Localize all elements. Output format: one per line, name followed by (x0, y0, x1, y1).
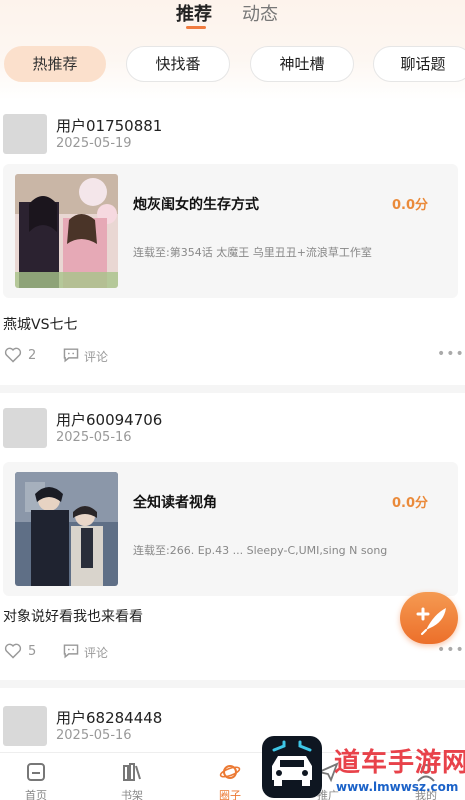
avatar[interactable] (3, 114, 47, 154)
username[interactable]: 用户60094706 (56, 409, 162, 430)
divider (0, 385, 465, 393)
chip-hot[interactable]: 热推荐 (4, 46, 106, 82)
book-score: 0.0分 (391, 198, 428, 213)
cover-illustration (15, 174, 118, 288)
watermark-logo (262, 736, 322, 798)
post-date: 2025-05-19 (56, 136, 132, 151)
more-options-icon[interactable]: ••• (437, 642, 464, 660)
book-update-status: 连载至:第354话 太魔王 乌里丑丑+流浪草工作室 (133, 246, 372, 259)
post[interactable]: 用户01750881 2025-05-19 炮灰闺女的生存方式 0.0分 连载至… (0, 112, 465, 380)
planet-icon (219, 765, 241, 779)
post-text[interactable]: 燕城VS七七 (3, 314, 77, 334)
divider (0, 680, 465, 688)
username[interactable]: 用户68284448 (56, 707, 162, 728)
tab-recommend[interactable]: 推荐 (176, 0, 212, 26)
post-date: 2025-05-16 (56, 728, 132, 743)
quill-plus-icon (416, 607, 446, 635)
more-options-icon[interactable]: ••• (437, 346, 464, 364)
post[interactable]: 用户60094706 2025-05-16 全知读者视角 0.0分 连载至:26… (0, 406, 465, 670)
comment-button[interactable]: 评论 (84, 644, 108, 661)
top-tabs: 推荐 动态 (0, 0, 465, 32)
post-text[interactable]: 对象说好看我也来看看 (3, 606, 143, 626)
cover-illustration (15, 472, 118, 586)
watermark-url: www.lmwwsz.com (336, 780, 459, 794)
nav-label: 首页 (25, 789, 47, 800)
car-logo-icon (272, 740, 312, 786)
nav-label: 书架 (121, 789, 143, 800)
nav-label: 圈子 (219, 789, 241, 800)
site-watermark: 道车手游网 www.lmwwsz.com (258, 736, 465, 800)
book-title[interactable]: 全知读者视角 (133, 492, 217, 512)
book-cover[interactable] (15, 174, 118, 288)
nav-circle[interactable]: 圈子 (195, 753, 265, 800)
chip-topic[interactable]: 聊话题 (373, 46, 465, 82)
book-update-status: 连载至:266. Ep.43 ... Sleepy-C,UMI,sing N s… (133, 544, 388, 557)
book-score: 0.0分 (391, 496, 428, 511)
category-chips: 热推荐 快找番 神吐槽 聊话题 (0, 46, 465, 82)
avatar[interactable] (3, 706, 47, 746)
post-actions: 2 评论 ••• (0, 346, 465, 366)
nav-home[interactable]: 首页 (1, 753, 71, 800)
username[interactable]: 用户01750881 (56, 115, 162, 136)
book-cover[interactable] (15, 472, 118, 586)
nav-bookshelf[interactable]: 书架 (97, 753, 167, 800)
watermark-title: 道车手游网 (334, 748, 465, 778)
comment-button[interactable]: 评论 (84, 348, 108, 365)
chip-find[interactable]: 快找番 (126, 46, 230, 82)
tab-feed[interactable]: 动态 (242, 0, 278, 26)
comment-icon[interactable] (62, 347, 80, 363)
comment-icon[interactable] (62, 643, 80, 659)
book-card[interactable]: 炮灰闺女的生存方式 0.0分 连载至:第354话 太魔王 乌里丑丑+流浪草工作室 (3, 164, 458, 298)
post-date: 2025-05-16 (56, 430, 132, 445)
book-card[interactable]: 全知读者视角 0.0分 连载至:266. Ep.43 ... Sleepy-C,… (3, 462, 458, 596)
active-tab-indicator (186, 26, 206, 29)
post-actions: 5 评论 ••• (0, 642, 465, 662)
create-post-button[interactable] (400, 592, 458, 644)
chip-rant[interactable]: 神吐槽 (250, 46, 354, 82)
like-count: 2 (28, 348, 37, 363)
avatar[interactable] (3, 408, 47, 448)
book-title[interactable]: 炮灰闺女的生存方式 (133, 194, 259, 214)
like-count: 5 (28, 644, 37, 659)
heart-icon[interactable] (4, 347, 22, 363)
bookshelf-icon (123, 763, 141, 781)
home-icon (27, 763, 45, 781)
heart-icon[interactable] (4, 643, 22, 659)
